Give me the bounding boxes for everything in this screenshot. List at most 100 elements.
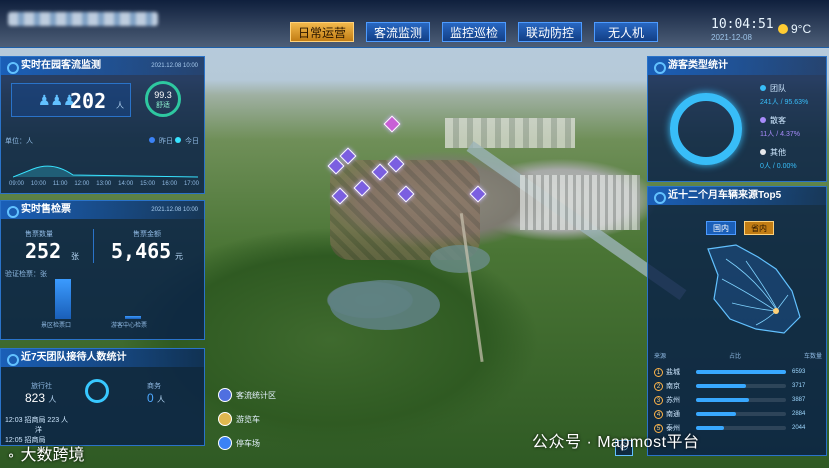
list-item: 12:03 招商局 223 人 (5, 417, 69, 424)
province-flow-map (707, 244, 801, 334)
ticket-bar-label: 游客中心检票 (111, 323, 148, 329)
vehicle-source-row: 3 苏州 3887 (654, 393, 822, 407)
time-tick-label: 15:00 (140, 181, 156, 187)
ticket-bar (55, 279, 71, 319)
chart-legend: 昨日 今日 (149, 136, 199, 146)
temperature: 9°C (791, 22, 812, 36)
share-bar-track (696, 426, 786, 430)
time-tick-label: 14:00 (118, 181, 134, 187)
panel-title: 近7天团队接待人数统计 (1, 349, 204, 367)
share-bar-track (696, 370, 786, 374)
share-bar (696, 412, 736, 416)
comfort-gauge: 99.3 舒适 (145, 81, 181, 117)
rank-badge: 1 (654, 367, 663, 377)
tab-surveillance-patrol[interactable]: 监控巡检 (442, 22, 506, 42)
group-stats-panel: 近7天团队接待人数统计 旅行社 823 人 商务 0 人 12:03 招商局 2… (0, 348, 205, 446)
ticket-bar (125, 316, 141, 319)
clock-date: 2021-12-08 (711, 33, 752, 42)
visitor-count-box: ♟♟♟ 202 人 (11, 83, 131, 117)
region-tabs: 国内 省内 (706, 221, 774, 235)
time-tick-label: 11:00 (52, 181, 68, 187)
legend-yesterday-swatch (149, 137, 155, 143)
vehicle-count: 3887 (792, 397, 806, 403)
tab-drone[interactable]: 无人机 (594, 22, 658, 42)
legend-team: 团队 (760, 83, 808, 94)
time-tick-label: 17:00 (183, 181, 199, 187)
vehicle-count: 2044 (792, 425, 806, 431)
share-bar (696, 384, 747, 388)
agency-count: 823 人 (25, 391, 57, 405)
vehicle-count: 2884 (792, 411, 806, 417)
vehicle-count: 6593 (792, 369, 806, 375)
legend-tour-bus[interactable]: 游览车 (218, 412, 276, 426)
company-count: 0 人 (147, 391, 166, 405)
tab-visitor-monitoring[interactable]: 客流监测 (366, 22, 430, 42)
tab-joint-control[interactable]: 联动防控 (518, 22, 582, 42)
brand-watermark: ⚬ 大数跨境 (6, 447, 85, 464)
vehicle-count: 3717 (792, 383, 806, 389)
share-bar (696, 426, 724, 430)
group-ring (85, 379, 109, 403)
ticket-bar-label: 景区检票口 (41, 323, 72, 329)
share-bar-track (696, 384, 786, 388)
visitor-type-legend: 团队 241人 / 95.63% 散客 11人 / 4.37% 其他 0人 / … (760, 83, 809, 170)
tour-bus-icon (218, 412, 232, 426)
time-tick-label: 09:00 (9, 181, 25, 187)
legend-parking[interactable]: 停车场 (218, 436, 276, 450)
vehicle-source-row: 1 盐城 6593 (654, 365, 822, 379)
visitor-type-donut (670, 93, 742, 165)
realtime-visitors-panel: 实时在园客流监测 2021.12.08 10:00 ♟♟♟ 202 人 99.3 … (0, 56, 205, 194)
today-series (13, 165, 198, 178)
time-axis: 09:00 10:00 11:00 12:00 13:00 14:00 15:00 16:00… (9, 181, 199, 187)
tab-daily-operations[interactable]: 日常运营 (290, 22, 354, 42)
wechat-watermark: 公众号 · Mapmost平台 (532, 434, 700, 451)
brand-logo-icon: ⚬ (6, 449, 17, 463)
share-bar-track (696, 398, 786, 402)
time-tick-label: 16:00 (162, 181, 178, 187)
share-bar-track (696, 412, 786, 416)
source-city: 南通 (666, 411, 680, 418)
panel-title: 实时在园客流监测 2021.12.08 10:00 (1, 57, 204, 75)
legend-other: 其他 (760, 147, 808, 158)
tickets-sold: 252 (25, 239, 62, 263)
time-tick-label: 10:00 (30, 181, 46, 187)
time-tick-label: 13:00 (96, 181, 112, 187)
app-logo (8, 12, 158, 26)
panel-title: 游客类型统计 (648, 57, 826, 75)
visitor-count: 202 (70, 89, 107, 113)
province-outline (707, 244, 801, 334)
ticket-amount: 5,465 (111, 239, 172, 263)
source-city: 苏州 (666, 397, 680, 404)
table-header: 来源 占比 车数量 (654, 354, 822, 360)
tab-domestic[interactable]: 国内 (706, 221, 736, 235)
share-bar (696, 370, 786, 374)
vehicle-source-panel: 近十二个月车辆来源Top5 国内 省内 来源 占比 车数量 1 盐城 6593 2 南京 37… (647, 186, 827, 456)
visitor-type-panel: 游客类型统计 团队 241人 / 95.63% 散客 11人 / 4.37% 其… (647, 56, 827, 182)
destination-dot (773, 308, 779, 314)
weather: 9°C (778, 22, 811, 36)
panel-title: 实时售检票 2021.12.08 10:00 (1, 201, 204, 219)
flow-area-icon (218, 388, 232, 402)
tab-province[interactable]: 省内 (744, 221, 774, 235)
residential-blocks (520, 175, 640, 230)
ticket-panel: 实时售检票 2021.12.08 10:00 售票数量 252 张 售票金额 5,… (0, 200, 205, 340)
rank-badge: 4 (654, 409, 663, 419)
ticket-bar-chart: 景区检票口 游客中心检票 (41, 279, 181, 329)
header-bar: 日常运营 客流监测 监控巡检 联动防控 无人机 10:04:51 2021-12… (0, 0, 829, 48)
visitor-trend-chart (13, 165, 198, 178)
legend-today-swatch (174, 137, 181, 143)
main-nav: 日常运营 客流监测 监控巡检 联动防控 无人机 (290, 22, 658, 42)
legend-individual: 散客 (760, 115, 808, 126)
legend-flow-area[interactable]: 客流统计区 (218, 388, 276, 402)
vehicle-source-row: 4 南通 2884 (654, 407, 822, 421)
rank-badge: 3 (654, 395, 663, 405)
divider (93, 229, 94, 263)
vehicle-source-list: 1 盐城 6593 2 南京 3717 3 苏州 3887 4 南通 2884 5 泰州 2044 (654, 365, 822, 435)
panel-title: 近十二个月车辆来源Top5 (648, 187, 826, 205)
city-buildings (445, 118, 575, 148)
sun-icon (778, 24, 788, 34)
rank-badge: 2 (654, 381, 663, 391)
lake (330, 280, 440, 330)
vehicle-source-row: 2 南京 3717 (654, 379, 822, 393)
time-tick-label: 12:00 (74, 181, 90, 187)
